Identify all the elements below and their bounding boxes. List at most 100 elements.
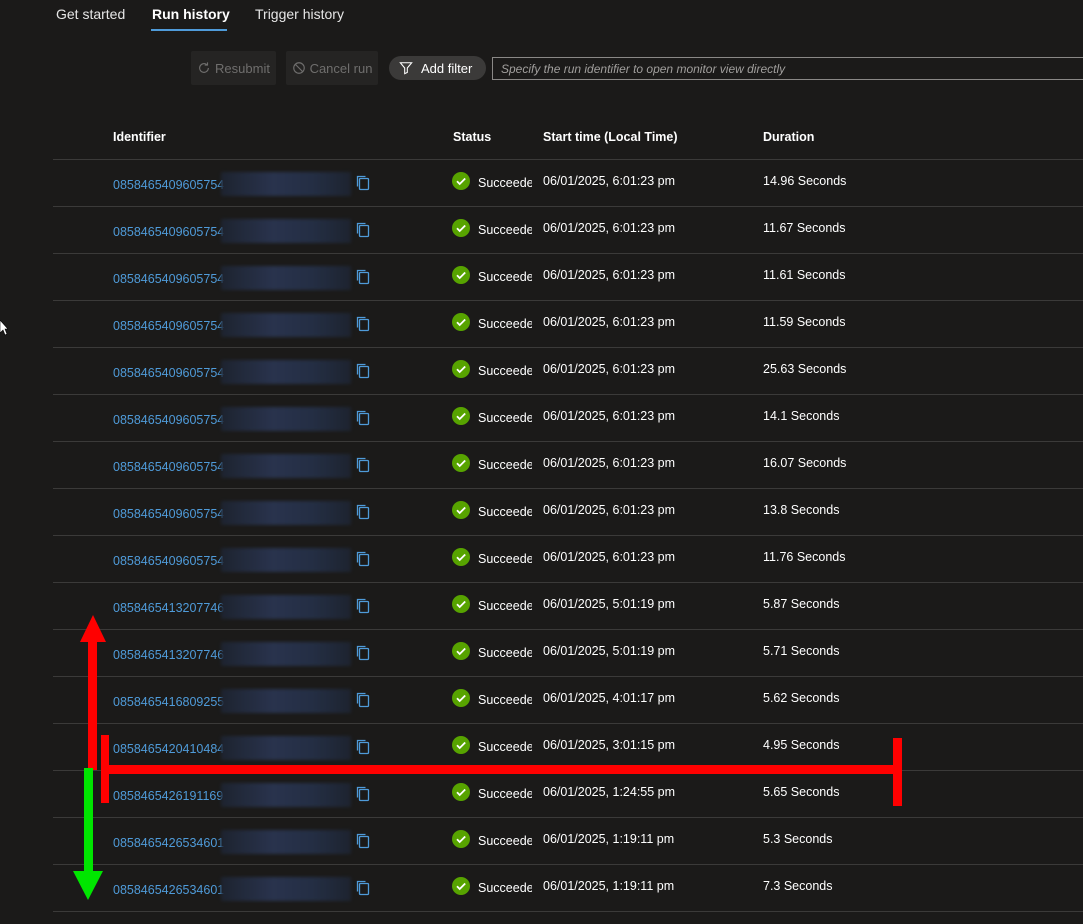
table-row[interactable]: 0858465416809255Succeeded06/01/2025, 4:0…: [53, 677, 1083, 724]
redacted-identifier-suffix: [221, 266, 351, 290]
duration: 5.71 Seconds: [763, 644, 840, 658]
table-row[interactable]: 0858465413207746Succeeded06/01/2025, 5:0…: [53, 630, 1083, 677]
header-start-time[interactable]: Start time (Local Time): [543, 130, 678, 144]
duration: 11.61 Seconds: [763, 268, 846, 282]
table-header: Identifier Status Start time (Local Time…: [53, 116, 1083, 160]
start-time: 06/01/2025, 6:01:23 pm: [543, 221, 676, 235]
tab-get-started[interactable]: Get started: [56, 6, 125, 22]
run-identifier-input[interactable]: [492, 57, 1083, 80]
copy-icon[interactable]: [355, 879, 371, 897]
check-circle-icon: [452, 783, 470, 801]
check-circle-icon: [452, 172, 470, 190]
copy-icon[interactable]: [355, 738, 371, 756]
table-row[interactable]: 0858465409605754Succeeded06/01/2025, 6:0…: [53, 207, 1083, 254]
table-row[interactable]: 0858465409605754Succeeded06/01/2025, 6:0…: [53, 489, 1083, 536]
duration: 5.3 Seconds: [763, 832, 833, 846]
start-time: 06/01/2025, 6:01:23 pm: [543, 409, 676, 423]
copy-icon[interactable]: [355, 597, 371, 615]
cancel-icon: [292, 62, 305, 74]
redacted-identifier-suffix: [221, 407, 351, 431]
mouse-cursor-icon: [0, 320, 8, 336]
start-time: 06/01/2025, 5:01:19 pm: [543, 597, 676, 611]
resubmit-button[interactable]: Resubmit: [191, 51, 276, 85]
status-text: Succeeded: [478, 270, 532, 284]
duration: 11.76 Seconds: [763, 550, 846, 564]
add-filter-label: Add filter: [421, 60, 473, 76]
redacted-identifier-suffix: [221, 689, 351, 713]
start-time: 06/01/2025, 6:01:23 pm: [543, 315, 676, 329]
status-text: Succeeded: [478, 552, 532, 566]
redacted-identifier-suffix: [221, 642, 351, 666]
table-row[interactable]: 0858465420410484Succeeded06/01/2025, 3:0…: [53, 724, 1083, 771]
copy-icon[interactable]: [355, 362, 371, 380]
duration: 4.95 Seconds: [763, 738, 840, 752]
funnel-icon: [399, 62, 413, 75]
tab-run-history[interactable]: Run history: [152, 6, 230, 22]
copy-icon[interactable]: [355, 503, 371, 521]
redacted-identifier-suffix: [221, 595, 351, 619]
copy-icon[interactable]: [355, 785, 371, 803]
table-row[interactable]: 0858465409605754Succeeded06/01/2025, 6:0…: [53, 348, 1083, 395]
copy-icon[interactable]: [355, 268, 371, 286]
table-row[interactable]: 0858465409605754Succeeded06/01/2025, 6:0…: [53, 442, 1083, 489]
status-text: Succeeded: [478, 834, 532, 848]
copy-icon[interactable]: [355, 315, 371, 333]
check-circle-icon: [452, 219, 470, 237]
status-text: Succeeded: [478, 740, 532, 754]
copy-icon[interactable]: [355, 456, 371, 474]
redacted-identifier-suffix: [221, 736, 351, 760]
redacted-identifier-suffix: [221, 454, 351, 478]
start-time: 06/01/2025, 1:24:55 pm: [543, 785, 676, 799]
tab-trigger-history[interactable]: Trigger history: [255, 6, 344, 22]
table-row[interactable]: 0858465409605754Succeeded06/01/2025, 6:0…: [53, 301, 1083, 348]
start-time: 06/01/2025, 6:01:23 pm: [543, 550, 676, 564]
duration: 11.67 Seconds: [763, 221, 846, 235]
check-circle-icon: [452, 266, 470, 284]
check-circle-icon: [452, 642, 470, 660]
status-text: Succeeded: [478, 223, 532, 237]
redacted-identifier-suffix: [221, 830, 351, 854]
copy-icon[interactable]: [355, 644, 371, 662]
copy-icon[interactable]: [355, 174, 371, 192]
status-text: Succeeded: [478, 693, 532, 707]
duration: 5.87 Seconds: [763, 597, 840, 611]
copy-icon[interactable]: [355, 691, 371, 709]
table-row[interactable]: 0858465426191169Succeeded06/01/2025, 1:2…: [53, 771, 1083, 818]
add-filter-button[interactable]: Add filter: [389, 56, 486, 80]
duration: 5.62 Seconds: [763, 691, 840, 705]
status-text: Succeeded: [478, 599, 532, 613]
resubmit-label: Resubmit: [215, 60, 270, 76]
header-identifier[interactable]: Identifier: [113, 130, 166, 144]
check-circle-icon: [452, 454, 470, 472]
check-circle-icon: [452, 689, 470, 707]
copy-icon[interactable]: [355, 832, 371, 850]
table-row[interactable]: 0858465409605754Succeeded06/01/2025, 6:0…: [53, 536, 1083, 583]
cancel-run-button[interactable]: Cancel run: [286, 51, 378, 85]
table-row[interactable]: 0858465413207746Succeeded06/01/2025, 5:0…: [53, 583, 1083, 630]
header-duration[interactable]: Duration: [763, 130, 814, 144]
start-time: 06/01/2025, 4:01:17 pm: [543, 691, 676, 705]
header-status[interactable]: Status: [453, 130, 491, 144]
start-time: 06/01/2025, 5:01:19 pm: [543, 644, 676, 658]
copy-icon[interactable]: [355, 550, 371, 568]
start-time: 06/01/2025, 6:01:23 pm: [543, 362, 676, 376]
tab-bar: Get started Run history Trigger history: [0, 0, 1083, 40]
table-row[interactable]: 0858465409605754Succeeded06/01/2025, 6:0…: [53, 160, 1083, 207]
table-row[interactable]: 0858465426534601Succeeded06/01/2025, 1:1…: [53, 865, 1083, 912]
duration: 14.96 Seconds: [763, 174, 847, 188]
start-time: 06/01/2025, 6:01:23 pm: [543, 268, 676, 282]
copy-icon[interactable]: [355, 221, 371, 239]
status-text: Succeeded: [478, 458, 532, 472]
copy-icon[interactable]: [355, 409, 371, 427]
table-row[interactable]: 0858465409605754Succeeded06/01/2025, 6:0…: [53, 254, 1083, 301]
table-row[interactable]: 0858465426534601Succeeded06/01/2025, 1:1…: [53, 818, 1083, 865]
duration: 7.3 Seconds: [763, 879, 833, 893]
start-time: 06/01/2025, 1:19:11 pm: [543, 879, 675, 893]
table-row[interactable]: 0858465409605754Succeeded06/01/2025, 6:0…: [53, 395, 1083, 442]
status-text: Succeeded: [478, 505, 532, 519]
duration: 13.8 Seconds: [763, 503, 840, 517]
check-circle-icon: [452, 501, 470, 519]
start-time: 06/01/2025, 6:01:23 pm: [543, 456, 676, 470]
status-text: Succeeded: [478, 317, 532, 331]
status-text: Succeeded: [478, 176, 532, 190]
